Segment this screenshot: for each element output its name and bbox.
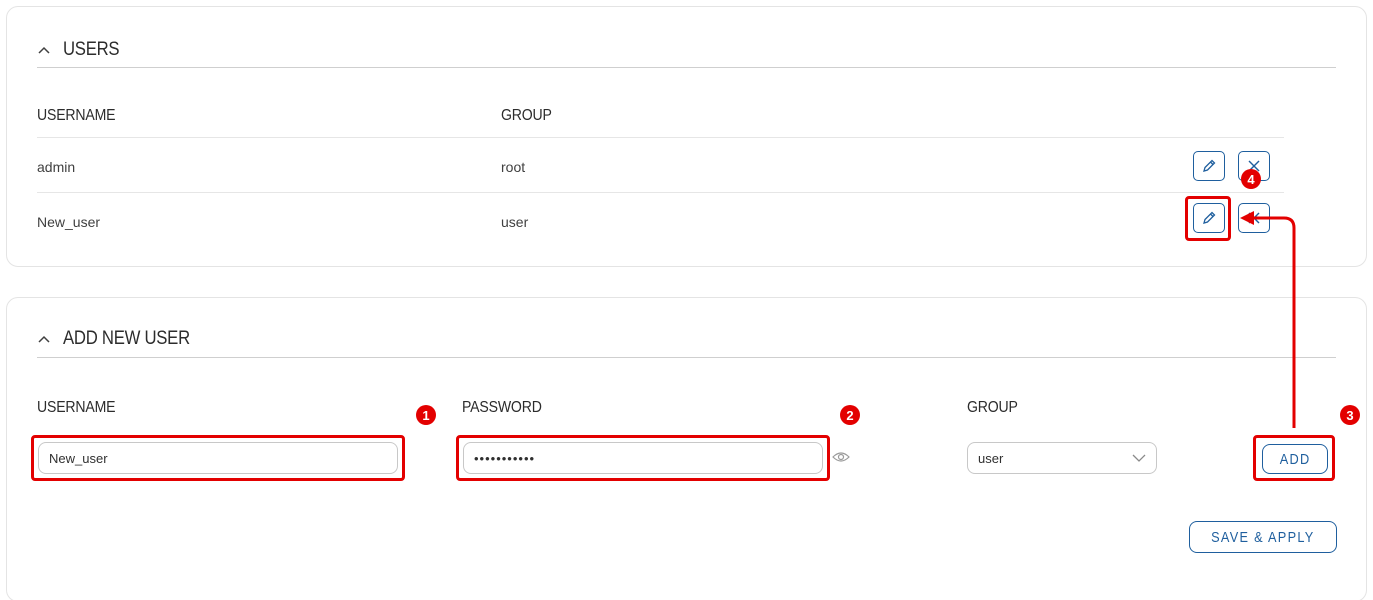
annotation-arrow (1240, 211, 1296, 428)
